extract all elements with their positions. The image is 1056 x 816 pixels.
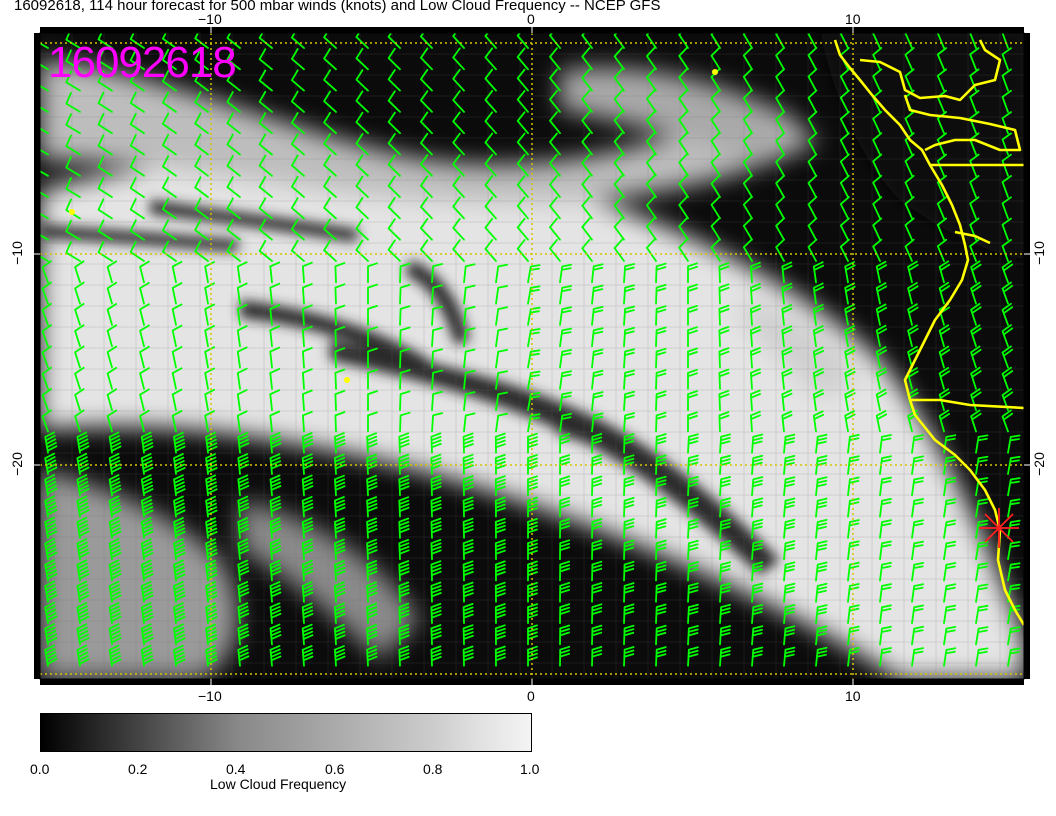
right-tick: −10 bbox=[1031, 241, 1047, 265]
right-border bbox=[1024, 33, 1030, 679]
yellow-dot bbox=[344, 377, 350, 383]
colorbar-tick: 0.6 bbox=[325, 761, 345, 777]
colorbar-tick: 0.4 bbox=[226, 761, 246, 777]
left-tick: −20 bbox=[9, 452, 25, 476]
colorbar-tick: 1.0 bbox=[520, 761, 540, 777]
bottom-tick: 10 bbox=[845, 688, 861, 704]
yellow-dot bbox=[69, 209, 75, 215]
colorbar-title: Low Cloud Frequency bbox=[210, 776, 347, 792]
top-tick: −10 bbox=[198, 11, 222, 27]
red-asterisk-icon bbox=[979, 508, 1019, 548]
top-tick: 10 bbox=[845, 11, 861, 27]
right-tick: −20 bbox=[1031, 452, 1047, 476]
date-stamp: 16092618 bbox=[48, 38, 237, 87]
bottom-tick: 0 bbox=[527, 688, 535, 704]
left-border bbox=[34, 33, 40, 679]
yellow-dot bbox=[712, 69, 718, 75]
colorbar-tick: 0.2 bbox=[128, 761, 148, 777]
left-tick: −10 bbox=[9, 241, 25, 265]
bottom-tick: −10 bbox=[198, 688, 222, 704]
colorbar-tick: 0.8 bbox=[423, 761, 443, 777]
top-tick: 0 bbox=[527, 11, 535, 27]
cloud-frequency-field bbox=[40, 33, 1024, 679]
colorbar-tick: 0.0 bbox=[30, 761, 50, 777]
colorbar bbox=[40, 713, 532, 752]
